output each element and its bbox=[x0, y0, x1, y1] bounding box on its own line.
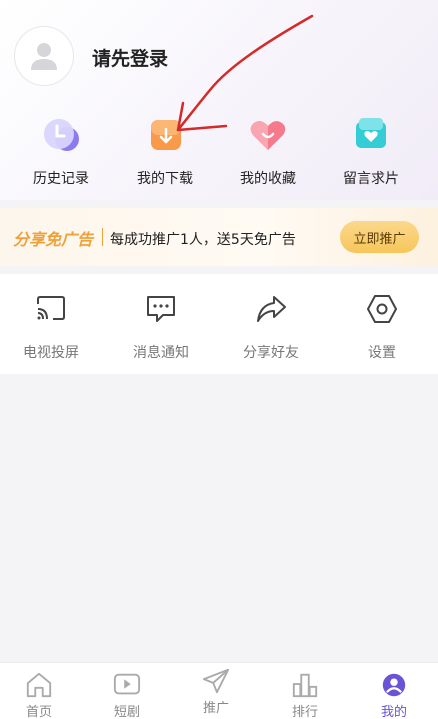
paper-plane-icon bbox=[202, 668, 230, 694]
ranking-bars-icon bbox=[292, 673, 318, 698]
favorite-heart-icon bbox=[246, 112, 290, 156]
tool-messages[interactable]: 消息通知 bbox=[111, 292, 211, 362]
nav-item-home[interactable]: 首页 bbox=[0, 663, 83, 719]
promo-title: 分享免广告 bbox=[13, 230, 94, 249]
default-avatar-icon bbox=[31, 43, 57, 70]
avatar[interactable] bbox=[14, 26, 74, 86]
cast-screen-icon bbox=[37, 296, 65, 320]
quick-item-download[interactable]: 我的下载 bbox=[110, 112, 220, 192]
quick-item-history[interactable]: 历史记录 bbox=[6, 112, 116, 192]
quick-item-label: 历史记录 bbox=[33, 171, 89, 187]
nav-label: 我的 bbox=[380, 705, 407, 719]
quick-actions: 历史记录 我的下载 我的收藏 留言求片 bbox=[0, 112, 438, 192]
quick-item-label: 我的收藏 bbox=[240, 171, 296, 187]
nav-item-short-drama[interactable]: 短剧 bbox=[83, 663, 171, 719]
settings-icon bbox=[367, 295, 397, 323]
tools-panel: 电视投屏 消息通知 分享好友 设置 bbox=[0, 274, 438, 374]
bottom-nav: 首页 短剧 推广 排行 我的 bbox=[0, 662, 438, 719]
tool-settings[interactable]: 设置 bbox=[332, 292, 432, 362]
login-prompt[interactable]: 请先登录 bbox=[92, 44, 168, 71]
nav-label: 短剧 bbox=[113, 705, 140, 719]
share-icon bbox=[257, 296, 286, 322]
nav-label: 推广 bbox=[202, 701, 229, 716]
download-icon bbox=[143, 112, 187, 156]
promote-now-button[interactable]: 立即推广 bbox=[340, 221, 419, 253]
tool-cast-screen[interactable]: 电视投屏 bbox=[1, 292, 101, 362]
promo-description: 每成功推广1人，送5天免广告 bbox=[110, 232, 296, 248]
home-icon bbox=[26, 672, 52, 698]
tool-label: 电视投屏 bbox=[23, 345, 79, 361]
tool-label: 消息通知 bbox=[133, 345, 189, 361]
promo-banner[interactable]: 分享免广告 每成功推广1人，送5天免广告 立即推广 bbox=[0, 208, 438, 266]
nav-label: 首页 bbox=[25, 705, 52, 719]
tool-share[interactable]: 分享好友 bbox=[221, 292, 321, 362]
profile-header: 请先登录 历史记录 我的下载 我的收藏 留言求片 bbox=[0, 0, 438, 200]
history-icon bbox=[39, 112, 83, 156]
message-icon bbox=[147, 296, 175, 322]
promo-divider bbox=[102, 228, 103, 246]
quick-item-favorites[interactable]: 我的收藏 bbox=[213, 112, 323, 192]
video-play-icon bbox=[113, 673, 141, 695]
quick-item-request[interactable]: 留言求片 bbox=[316, 112, 426, 192]
tool-label: 分享好友 bbox=[243, 345, 299, 361]
nav-item-ranking[interactable]: 排行 bbox=[261, 663, 349, 719]
user-profile-icon bbox=[382, 673, 406, 697]
quick-item-label: 我的下载 bbox=[137, 171, 193, 187]
quick-item-label: 留言求片 bbox=[343, 171, 399, 187]
tool-label: 设置 bbox=[368, 345, 396, 361]
nav-item-mine[interactable]: 我的 bbox=[350, 663, 438, 719]
request-film-icon bbox=[349, 112, 393, 156]
nav-item-promote[interactable]: 推广 bbox=[172, 659, 260, 716]
nav-label: 排行 bbox=[291, 705, 318, 719]
